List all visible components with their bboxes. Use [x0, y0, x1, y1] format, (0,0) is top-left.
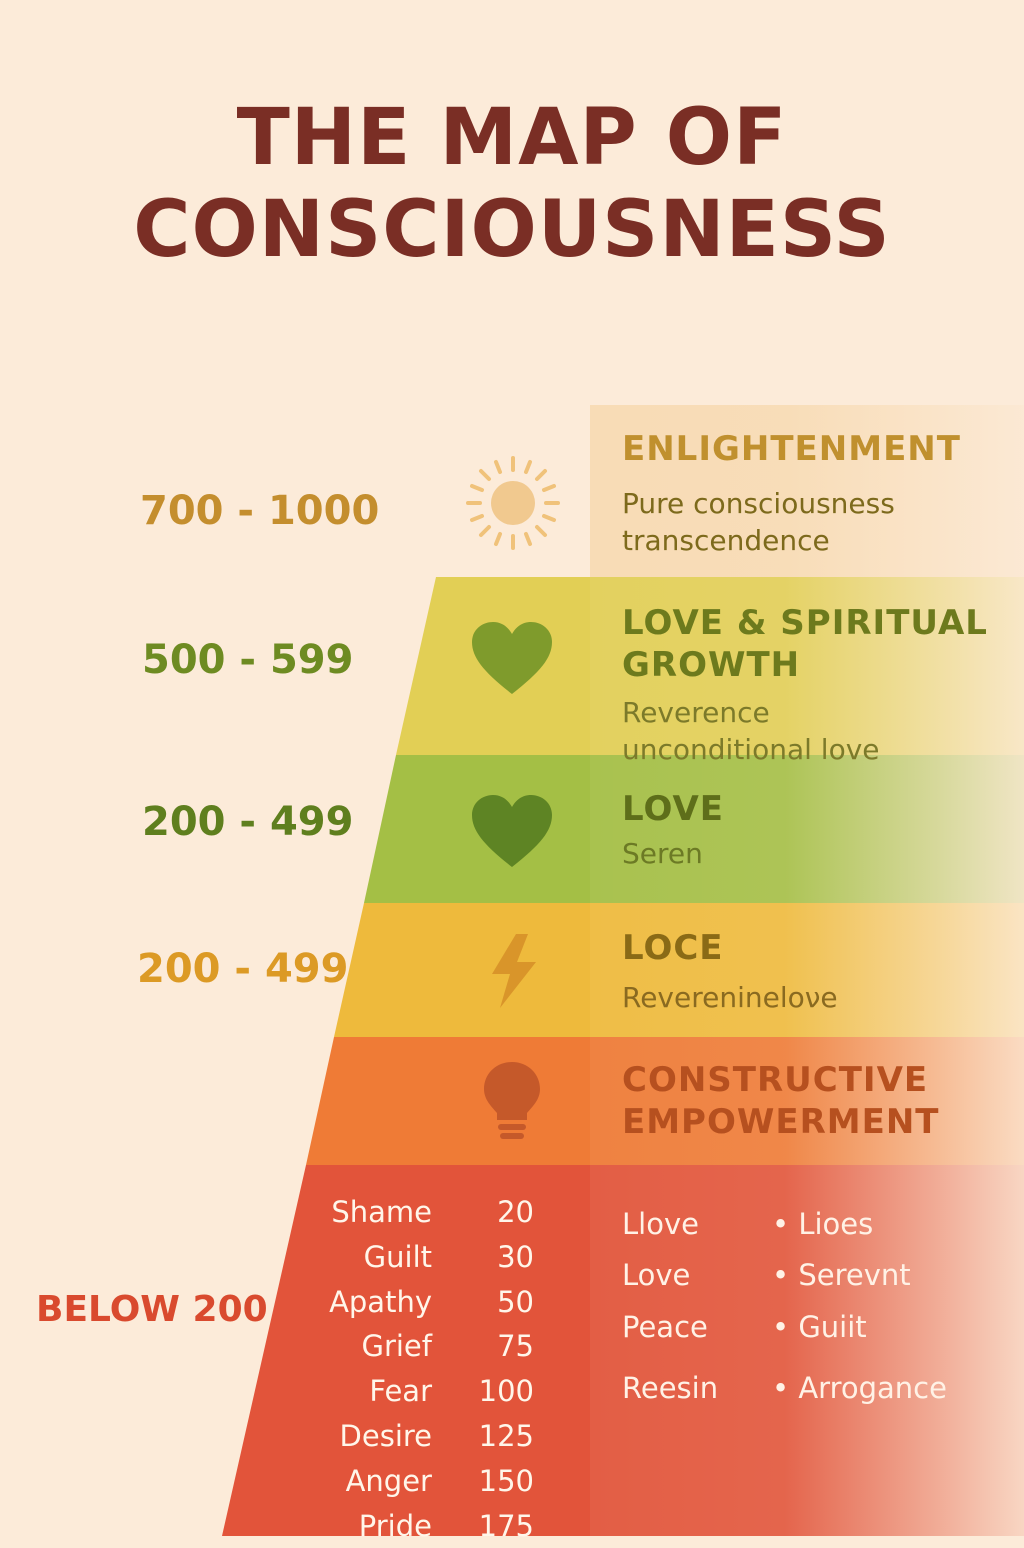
range-label-enlightenment: 700 - 1000	[140, 488, 380, 534]
range-label-love-spiritual: 500 - 599	[142, 637, 354, 683]
tier-title-love: LOVE	[622, 789, 724, 829]
emotion-row: Apathy 50	[300, 1280, 540, 1324]
lower-word: Love	[622, 1258, 691, 1292]
lower-bullet: Serevnt	[772, 1257, 910, 1293]
emotion-name: Anger	[345, 1464, 432, 1498]
tier-desc-line: Pure consciousness	[622, 487, 895, 520]
range-label-love: 200 - 499	[142, 799, 354, 845]
lightbulb-icon	[484, 1062, 540, 1139]
tier-title-love-spiritual: LOVE & SPIRITUAL	[622, 603, 988, 643]
range-label-loce: 200 - 499	[137, 946, 349, 992]
tier-desc-line: unconditional love	[622, 733, 880, 766]
emotion-value: 150	[478, 1464, 534, 1498]
emotion-value: 50	[497, 1285, 534, 1319]
tier-desc-line: Reverenineloνe	[622, 981, 838, 1014]
emotion-value: 75	[497, 1329, 534, 1363]
tier-title-enlightenment: ENLIGHTENMENT	[622, 429, 961, 469]
emotion-row: Pride 175	[300, 1504, 540, 1548]
emotion-value: 100	[478, 1374, 534, 1408]
emotion-value: 20	[497, 1195, 534, 1229]
lower-bullet: Guiit	[772, 1309, 866, 1345]
heart-icon	[472, 622, 552, 694]
emotion-value: 125	[478, 1419, 534, 1453]
emotion-value: 30	[497, 1240, 534, 1274]
sun-icon	[466, 456, 560, 550]
emotion-row: Anger 150	[300, 1459, 540, 1503]
range-label-below-200: BELOW 200	[36, 1289, 268, 1330]
tier-title-love-spiritual-2: GROWTH	[622, 645, 801, 685]
tier-desc-line: Reverence	[622, 696, 770, 729]
heart-icon	[472, 795, 552, 867]
lower-word: Reesin	[622, 1371, 719, 1405]
emotion-row: Shame 20	[300, 1190, 540, 1234]
emotion-row: Fear 100	[300, 1369, 540, 1413]
lower-bullet: Arrogance	[772, 1370, 947, 1406]
emotion-name: Guilt	[363, 1240, 432, 1274]
emotion-row: Guilt 30	[300, 1235, 540, 1279]
emotion-name: Shame	[331, 1195, 432, 1229]
emotion-name: Apathy	[329, 1285, 432, 1319]
emotion-name: Grief	[361, 1329, 432, 1363]
lightning-icon	[492, 934, 536, 1008]
emotion-row: Desire 125	[300, 1414, 540, 1458]
lower-bullet: Lioes	[772, 1206, 873, 1242]
emotion-value: 175	[478, 1509, 534, 1543]
tier-title-constructive-2: EMPOWERMENT	[622, 1102, 940, 1142]
tier-desc-line: Seren	[622, 837, 703, 870]
lower-word: Peace	[622, 1310, 708, 1344]
emotion-row: Grief 75	[300, 1324, 540, 1368]
lower-word: Llove	[622, 1207, 699, 1241]
tier-title-loce: LOCE	[622, 928, 724, 968]
emotion-name: Fear	[369, 1374, 432, 1408]
tier-title-constructive: CONSTRUCTIVE	[622, 1060, 929, 1100]
tier-desc-line: transcendence	[622, 524, 830, 557]
emotion-name: Desire	[339, 1419, 432, 1453]
emotion-name: Pride	[358, 1509, 432, 1543]
